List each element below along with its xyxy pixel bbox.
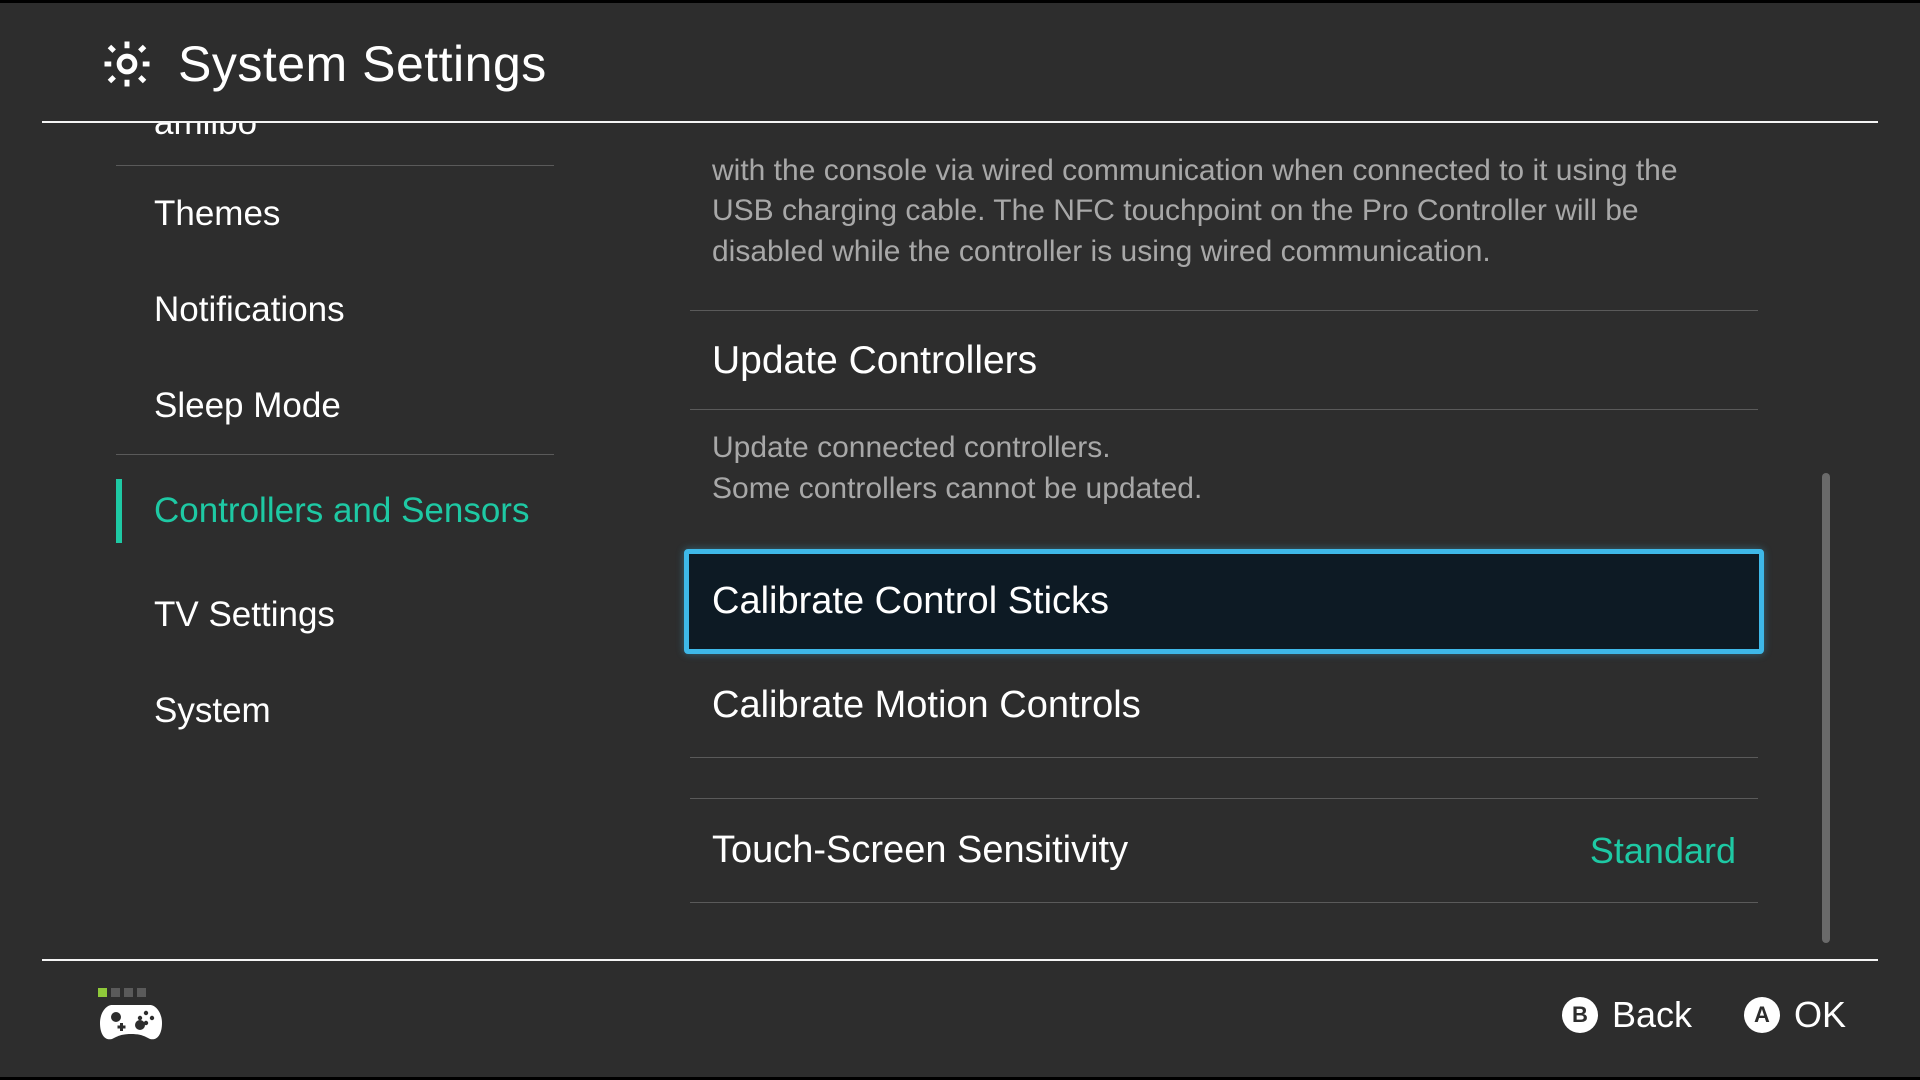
a-button-icon: A — [1744, 997, 1780, 1033]
calibrate-motion-controls-option[interactable]: Calibrate Motion Controls — [690, 654, 1758, 757]
wired-communication-description: with the console via wired communication… — [690, 151, 1758, 273]
ok-button[interactable]: A OK — [1744, 994, 1846, 1036]
sidebar-item-amiibo[interactable]: amiibo — [116, 123, 602, 165]
back-label: Back — [1612, 994, 1692, 1036]
sidebar-item-system[interactable]: System — [116, 663, 602, 759]
sidebar-item-themes[interactable]: Themes — [116, 166, 602, 262]
b-button-icon: B — [1562, 997, 1598, 1033]
controller-indicator — [98, 988, 164, 1043]
sidebar: amiibo Themes Notifications Sleep Mode C… — [42, 123, 602, 961]
sidebar-item-controllers-sensors[interactable]: Controllers and Sensors — [116, 455, 602, 567]
sidebar-item-sleep-mode[interactable]: Sleep Mode — [116, 358, 602, 454]
controller-icon — [98, 1001, 164, 1043]
content-divider — [690, 902, 1758, 903]
update-controllers-description: Update connected controllers. Some contr… — [690, 410, 1758, 509]
gear-icon — [100, 37, 154, 91]
touch-sensitivity-value: Standard — [1590, 830, 1758, 872]
content-area: with the console via wired communication… — [602, 123, 1878, 961]
ok-label: OK — [1794, 994, 1846, 1036]
scrollbar[interactable] — [1822, 473, 1830, 943]
player-indicator-dots — [98, 988, 164, 997]
touch-screen-sensitivity-option[interactable]: Touch-Screen Sensitivity Standard — [690, 799, 1758, 902]
footer-divider — [42, 959, 1878, 961]
back-button[interactable]: B Back — [1562, 994, 1692, 1036]
calibrate-control-sticks-option[interactable]: Calibrate Control Sticks — [684, 549, 1764, 654]
header: System Settings — [42, 3, 1878, 121]
sidebar-item-tv-settings[interactable]: TV Settings — [116, 567, 602, 663]
sidebar-item-notifications[interactable]: Notifications — [116, 262, 602, 358]
update-controllers-title[interactable]: Update Controllers — [690, 311, 1758, 409]
footer: B Back A OK — [42, 959, 1878, 1071]
page-title: System Settings — [178, 35, 547, 93]
